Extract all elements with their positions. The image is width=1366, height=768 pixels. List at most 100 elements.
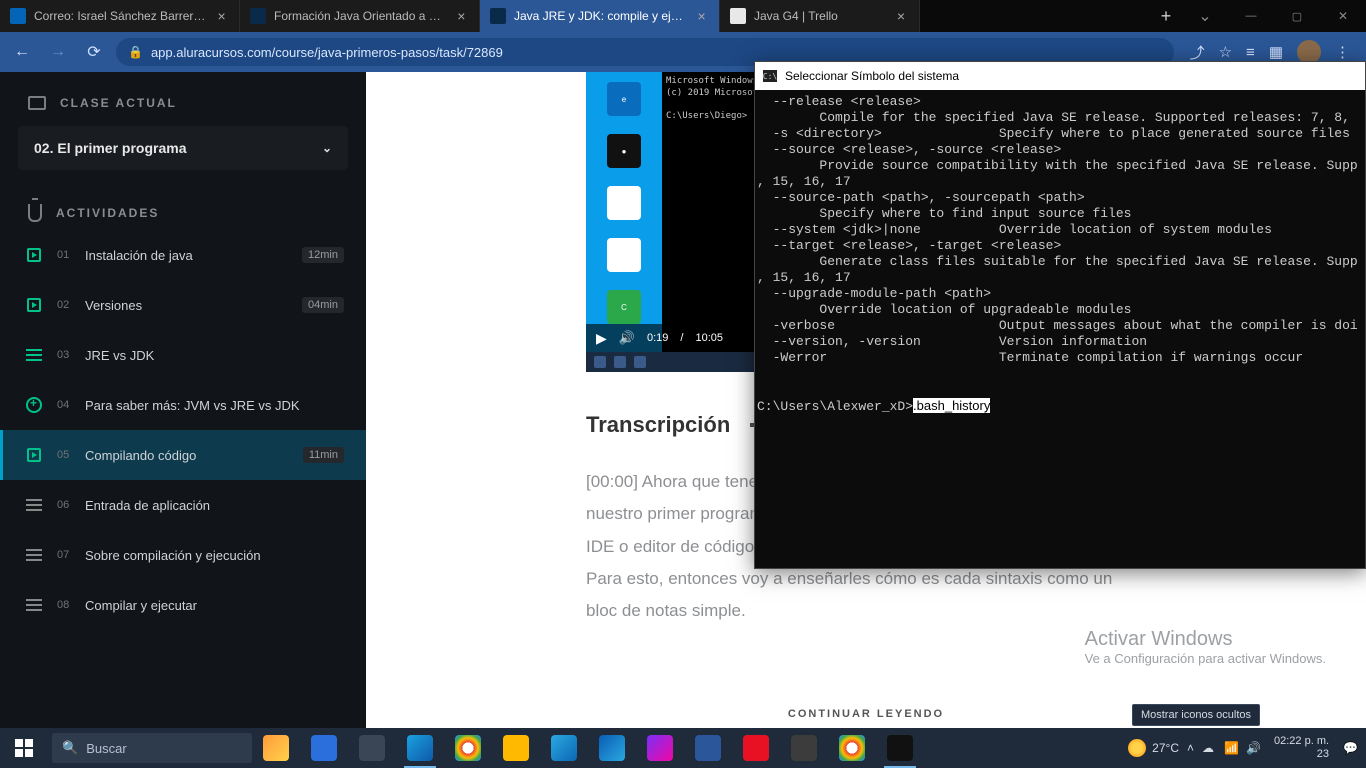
- taskbar-app[interactable]: [540, 728, 588, 768]
- activity-label: Compilar y ejecutar: [85, 598, 344, 613]
- transcription-heading: Transcripción: [586, 412, 730, 438]
- tab-label: Java JRE y JDK: compile y ejecute: [514, 9, 686, 23]
- activity-label: Versiones: [85, 298, 288, 313]
- activity-item[interactable]: 06 Entrada de aplicación: [0, 480, 366, 530]
- video-play-button[interactable]: ▶: [596, 330, 607, 347]
- taskbar-app[interactable]: [444, 728, 492, 768]
- tray-wifi-icon[interactable]: 📶: [1224, 741, 1238, 755]
- video-time-total: 10:05: [695, 332, 723, 344]
- flask-icon: [28, 204, 42, 222]
- taskbar-app[interactable]: [684, 728, 732, 768]
- taskbar-app[interactable]: [300, 728, 348, 768]
- window-dropdown[interactable]: [1182, 0, 1228, 32]
- window-close[interactable]: [1320, 0, 1366, 32]
- video-desktop-icon: ●: [607, 134, 641, 168]
- activity-item[interactable]: 01Instalación de java12min: [0, 230, 366, 280]
- notifications-icon[interactable]: 💬: [1343, 741, 1358, 755]
- app-icon: [743, 735, 769, 761]
- tab-close-icon[interactable]: ×: [893, 8, 909, 24]
- menu-icon[interactable]: ⋮: [1335, 43, 1350, 61]
- tab-close-icon[interactable]: ×: [454, 8, 469, 24]
- new-tab-button[interactable]: +: [1150, 0, 1182, 32]
- app-icon: [599, 735, 625, 761]
- tab-favicon: [10, 8, 26, 24]
- url-text: app.aluracursos.com/course/java-primeros…: [151, 45, 503, 60]
- activity-item[interactable]: 05Compilando código11min: [0, 430, 366, 480]
- app-icon: [503, 735, 529, 761]
- taskbar-apps: [252, 728, 924, 768]
- cmd-titlebar[interactable]: C:\ Seleccionar Símbolo del sistema: [755, 62, 1365, 90]
- browser-tab[interactable]: Formación Java Orientado a Obje ×: [240, 0, 480, 32]
- cmd-title-text: Seleccionar Símbolo del sistema: [785, 69, 959, 83]
- activity-number: 03: [57, 349, 71, 361]
- activity-duration: 11min: [303, 447, 344, 463]
- taskbar-app[interactable]: [828, 728, 876, 768]
- start-button[interactable]: [0, 728, 48, 768]
- taskbar-app[interactable]: [396, 728, 444, 768]
- tray-volume-icon[interactable]: 🔊: [1246, 741, 1260, 755]
- tray-chevron-up-icon[interactable]: ˄: [1187, 741, 1194, 755]
- taskbar-clock[interactable]: 02:22 p. m. 23: [1268, 735, 1335, 761]
- activity-item[interactable]: 07Sobre compilación y ejecución: [0, 530, 366, 580]
- continue-reading-button[interactable]: CONTINUAR LEYENDO: [780, 700, 952, 728]
- browser-tab[interactable]: Correo: Israel Sánchez Barrera - O ×: [0, 0, 240, 32]
- nav-reload[interactable]: ⟳: [80, 38, 108, 66]
- window-minimize[interactable]: [1228, 0, 1274, 32]
- activity-number: 08: [57, 599, 71, 611]
- taskbar-app[interactable]: [636, 728, 684, 768]
- app-icon: [359, 735, 385, 761]
- tray-onedrive-icon[interactable]: ☁: [1202, 741, 1216, 755]
- text-icon: [26, 549, 42, 561]
- activity-item[interactable]: 08 Compilar y ejecutar: [0, 580, 366, 630]
- activity-item[interactable]: 03JRE vs JDK: [0, 330, 366, 380]
- app-icon: [407, 735, 433, 761]
- lock-icon: 🔒: [128, 45, 143, 59]
- chevron-down-icon: ⌄: [322, 141, 332, 155]
- nav-back[interactable]: ←: [8, 38, 36, 66]
- video-volume-icon[interactable]: 🔊: [619, 330, 635, 346]
- taskbar-search[interactable]: 🔍 Buscar: [52, 733, 252, 763]
- tab-strip: Correo: Israel Sánchez Barrera - O×Forma…: [0, 0, 1150, 32]
- play-icon: [27, 298, 41, 312]
- taskbar-app[interactable]: [348, 728, 396, 768]
- weather-temp: 27°C: [1152, 741, 1179, 755]
- tab-label: Formación Java Orientado a Obje: [274, 9, 446, 23]
- taskbar-app[interactable]: [492, 728, 540, 768]
- window-maximize[interactable]: [1274, 0, 1320, 32]
- tab-favicon: [250, 8, 266, 24]
- extensions-icon[interactable]: ▦: [1269, 43, 1283, 61]
- video-desktop-icon: C: [607, 290, 641, 324]
- taskbar-app[interactable]: [588, 728, 636, 768]
- clock-date: 23: [1274, 748, 1329, 761]
- weather-widget[interactable]: 27°C: [1128, 739, 1179, 757]
- activity-item[interactable]: 02Versiones04min: [0, 280, 366, 330]
- activity-item[interactable]: 04Para saber más: JVM vs JRE vs JDK: [0, 380, 366, 430]
- video-desktop-icon: [607, 186, 641, 220]
- search-icon: 🔍: [62, 740, 78, 756]
- book-icon: [28, 96, 46, 110]
- activity-label: Entrada de aplicación: [85, 498, 344, 513]
- app-icon: [311, 735, 337, 761]
- text-icon: [26, 499, 42, 511]
- cmd-selection: .bash_history: [913, 398, 990, 413]
- taskbar-app[interactable]: [732, 728, 780, 768]
- tab-close-icon[interactable]: ×: [694, 8, 709, 24]
- cmd-window[interactable]: C:\ Seleccionar Símbolo del sistema --re…: [754, 61, 1366, 569]
- share-icon[interactable]: ⤴: [1190, 42, 1205, 63]
- reading-list-icon[interactable]: ≡: [1246, 44, 1255, 61]
- activities-heading: ACTIVIDADES: [0, 188, 366, 230]
- browser-tab[interactable]: Java G4 | Trello×: [720, 0, 920, 32]
- activity-number: 07: [57, 549, 71, 561]
- browser-tab[interactable]: Java JRE y JDK: compile y ejecute ×: [480, 0, 720, 32]
- taskbar-app[interactable]: [780, 728, 828, 768]
- taskbar-app[interactable]: [252, 728, 300, 768]
- cmd-body[interactable]: --release <release> Compile for the spec…: [755, 90, 1365, 568]
- bookmark-icon[interactable]: ☆: [1219, 43, 1232, 61]
- tab-close-icon[interactable]: ×: [214, 8, 229, 24]
- class-heading-label: CLASE ACTUAL: [60, 96, 177, 110]
- activity-number: 06: [57, 499, 71, 511]
- app-icon: [887, 735, 913, 761]
- taskbar-app[interactable]: [876, 728, 924, 768]
- tab-label: Correo: Israel Sánchez Barrera - O: [34, 9, 206, 23]
- current-class-selector[interactable]: 02. El primer programa ⌄: [18, 126, 348, 170]
